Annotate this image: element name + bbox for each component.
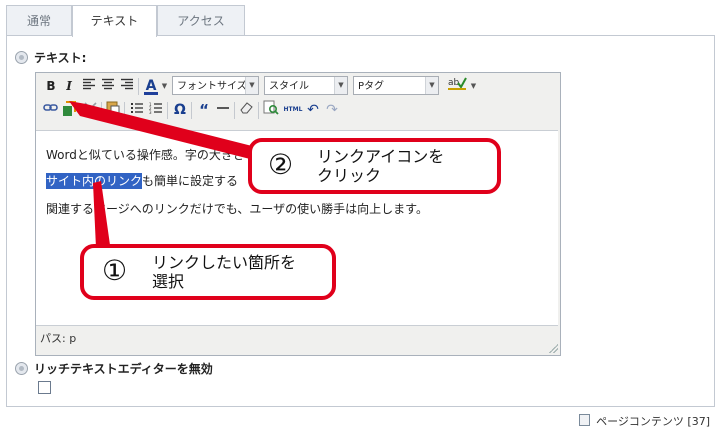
paragraph-2-rest: も簡単に設定する: [142, 174, 239, 188]
chevron-down-icon: ▼: [334, 77, 347, 94]
align-center-icon[interactable]: [99, 76, 117, 96]
omega-icon[interactable]: Ω: [171, 100, 189, 120]
callout-1: ① リンクしたい箇所を 選択: [80, 244, 336, 300]
italic-button[interactable]: I: [60, 76, 78, 96]
text-section-title: テキスト:: [15, 49, 86, 66]
toolbar-row-1: B I A ▼ フォントサイズ ▼ スタイル ▼ Pタグ ▼ ab ▼: [42, 76, 557, 98]
text-section-label: テキスト:: [34, 51, 87, 65]
callout-2-line-2: クリック: [317, 166, 382, 185]
link-icon[interactable]: [61, 100, 79, 120]
toolbar-separator: [234, 102, 235, 119]
align-left-icon[interactable]: [80, 76, 98, 96]
eraser-icon[interactable]: [238, 100, 256, 120]
toolbar-separator: [191, 102, 192, 119]
chevron-down-icon: ▼: [425, 77, 438, 94]
bold-button[interactable]: B: [42, 76, 60, 96]
svg-text:ab: ab: [448, 78, 460, 88]
rich-editor-section-label: リッチテキストエディターを無効: [34, 362, 213, 376]
undo-icon[interactable]: ↶: [304, 100, 322, 120]
help-icon[interactable]: [15, 362, 28, 375]
style-select[interactable]: スタイル ▼: [264, 76, 348, 95]
toolbar-separator: [258, 102, 259, 119]
toolbar-separator: [167, 102, 168, 119]
align-right-icon[interactable]: [118, 76, 136, 96]
svg-text:3: 3: [149, 110, 152, 114]
callout-2-number: ②: [268, 148, 294, 181]
quote-icon[interactable]: “: [195, 100, 213, 120]
spellcheck-icon[interactable]: ab: [446, 76, 468, 96]
toolbar-separator: [124, 102, 125, 119]
tab-bar: 通常 テキスト アクセス: [6, 5, 712, 37]
html-source-button[interactable]: HTML: [282, 100, 304, 120]
font-size-select-label: フォントサイズ: [177, 81, 247, 92]
status-path: パス: p: [40, 332, 77, 345]
search-replace-icon[interactable]: [262, 100, 280, 120]
format-select[interactable]: Pタグ ▼: [353, 76, 439, 95]
text-color-dropdown-icon[interactable]: ▼: [160, 76, 169, 96]
rich-text-editor: B I A ▼ フォントサイズ ▼ スタイル ▼ Pタグ ▼ ab ▼ 1 2 …: [35, 72, 561, 356]
page-contents-footer: ページコンテンツ [37]: [579, 413, 710, 429]
callout-1-line-1: リンクしたい箇所を: [152, 253, 297, 272]
paragraph-2: サイト内のリンクも簡単に設定する: [46, 172, 238, 189]
horizontal-rule-icon[interactable]: [214, 100, 232, 120]
text-color-icon[interactable]: A: [142, 76, 160, 96]
resize-handle-icon[interactable]: [549, 344, 558, 353]
unlink-icon[interactable]: [81, 100, 99, 120]
font-size-select[interactable]: フォントサイズ ▼: [172, 76, 259, 95]
page-contents-label[interactable]: ページコンテンツ [37]: [596, 415, 710, 428]
anchor-icon[interactable]: [42, 100, 60, 120]
paragraph-3: 関連するページへのリンクだけでも、ユーザの使い勝手は向上します。: [46, 202, 428, 216]
selected-text[interactable]: サイト内のリンク: [46, 173, 143, 189]
callout-1-number: ①: [102, 254, 128, 287]
callout-2-line-1: リンクアイコンを: [317, 147, 445, 166]
paragraph-1: Wordと似ている操作感。字の大きさ: [46, 148, 245, 162]
bullet-list-icon[interactable]: [128, 100, 146, 120]
callout-1-line-2: 選択: [152, 272, 185, 291]
toolbar-row-2: 123 Ω “ HTML ↶ ↷: [42, 100, 557, 122]
callout-2: ② リンクアイコンを クリック: [248, 138, 501, 194]
chevron-down-icon: ▼: [245, 77, 258, 94]
tab-access[interactable]: アクセス: [157, 5, 245, 36]
text-panel: テキスト: B I A ▼ フォントサイズ ▼ スタイル ▼ Pタグ ▼ ab …: [6, 35, 715, 407]
toolbar-separator: [101, 102, 102, 119]
paste-icon[interactable]: [104, 100, 122, 120]
style-select-label: スタイル: [269, 81, 309, 92]
rich-editor-section-title: リッチテキストエディターを無効: [15, 360, 213, 377]
disable-rich-editor-checkbox[interactable]: [38, 381, 51, 394]
format-select-label: Pタグ: [358, 81, 385, 92]
tab-normal[interactable]: 通常: [6, 5, 72, 36]
tab-text[interactable]: テキスト: [72, 5, 157, 37]
redo-icon[interactable]: ↷: [323, 100, 341, 120]
numbered-list-icon[interactable]: 123: [147, 100, 165, 120]
page-icon: [579, 414, 591, 426]
help-icon[interactable]: [15, 51, 28, 64]
spellcheck-dropdown-icon[interactable]: ▼: [469, 76, 478, 96]
toolbar-separator: [138, 78, 139, 95]
